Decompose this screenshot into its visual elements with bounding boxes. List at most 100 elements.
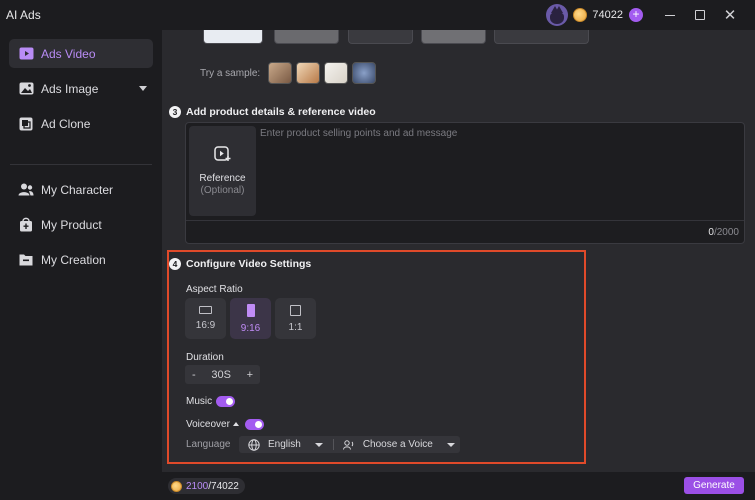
coin-icon	[573, 8, 588, 22]
product-details-box: Reference (Optional) Enter product selli…	[185, 122, 745, 244]
sample-thumbnail[interactable]	[324, 62, 349, 84]
music-toggle[interactable]	[216, 396, 235, 407]
title-bar: AI Ads 74022 + ✕	[0, 0, 755, 30]
close-icon: ✕	[723, 6, 737, 24]
voice-person-icon	[342, 439, 354, 450]
sidebar-item-label: Ads Image	[41, 81, 99, 96]
video-add-icon	[214, 146, 231, 165]
aspect-ratio-9-16-button[interactable]: 9:16	[230, 298, 271, 339]
voiceover-label-wrap[interactable]: Voiceover	[186, 419, 239, 430]
add-credits-button[interactable]: +	[629, 8, 643, 22]
sample-thumbnail[interactable]	[268, 62, 293, 84]
step-3-heading: 3 Add product details & reference video	[169, 106, 376, 118]
char-count-max: /2000	[713, 227, 739, 238]
sidebar-item-label: My Product	[41, 217, 102, 232]
character-counter: 0/2000	[708, 227, 739, 238]
sidebar-divider	[10, 164, 152, 165]
sample-thumbnail[interactable]	[296, 62, 321, 84]
sidebar-item-ads-image[interactable]: Ads Image	[9, 74, 153, 103]
sidebar-item-label: Ad Clone	[41, 116, 91, 131]
duration-value: 30S	[211, 368, 231, 381]
duration-decrease-button[interactable]: -	[192, 369, 196, 381]
square-icon	[290, 304, 301, 316]
ad-clone-icon	[18, 117, 34, 131]
sidebar-item-label: My Creation	[41, 252, 106, 267]
step-number-badge: 4	[169, 258, 181, 270]
step-heading-text: Configure Video Settings	[186, 258, 312, 270]
sidebar-item-ad-clone[interactable]: Ad Clone	[9, 109, 153, 138]
title-bar-controls: 74022 + ✕	[546, 4, 745, 26]
sidebar-item-my-creation[interactable]: My Creation	[9, 245, 153, 274]
reference-optional: (Optional)	[200, 185, 245, 196]
language-select[interactable]: English	[268, 439, 301, 450]
aspect-ratio-label: Aspect Ratio	[186, 284, 243, 295]
sidebar-item-my-character[interactable]: My Character	[9, 175, 153, 204]
divider	[186, 220, 744, 221]
chevron-down-icon[interactable]	[446, 442, 455, 447]
step-heading-text: Add product details & reference video	[186, 106, 376, 118]
aspect-ratio-16-9-button[interactable]: 16:9	[185, 298, 226, 339]
close-button[interactable]: ✕	[715, 4, 745, 26]
sidebar-item-label: Ads Video	[41, 46, 96, 61]
template-thumbnail[interactable]	[274, 30, 339, 44]
sidebar-item-label: My Character	[41, 182, 114, 197]
sidebar-item-ads-video[interactable]: Ads Video	[9, 39, 153, 68]
sidebar-item-my-product[interactable]: My Product	[9, 210, 153, 239]
voiceover-toggle[interactable]	[245, 419, 264, 430]
reference-title: Reference	[199, 173, 246, 184]
chevron-up-icon	[232, 422, 239, 427]
template-thumbnail[interactable]	[203, 30, 263, 44]
maximize-icon	[695, 10, 705, 20]
credits-used: 2100	[186, 480, 209, 492]
music-label: Music	[186, 396, 213, 407]
configure-video-settings-panel	[167, 250, 586, 464]
sidebar: Ads Video Ads Image Ad Clone My Characte…	[0, 30, 162, 500]
credits-total: /74022	[208, 480, 239, 492]
app-title: AI Ads	[6, 8, 41, 22]
product-icon	[18, 217, 34, 232]
aspect-ratio-1-1-button[interactable]: 1:1	[275, 298, 316, 339]
portrait-icon	[246, 303, 255, 317]
avatar-face	[550, 12, 565, 24]
voiceover-label: Voiceover	[186, 419, 230, 430]
folder-icon	[18, 253, 34, 267]
generate-button[interactable]: Generate	[684, 477, 744, 494]
aspect-ratio-text: 1:1	[288, 321, 303, 333]
character-icon	[18, 183, 34, 197]
step-4-heading: 4 Configure Video Settings	[169, 258, 311, 270]
minimize-icon	[665, 14, 675, 16]
chevron-down-icon[interactable]	[139, 86, 147, 91]
avatar[interactable]	[546, 4, 569, 26]
bottom-bar: 2100 /74022 Generate	[162, 472, 755, 500]
minimize-button[interactable]	[655, 4, 685, 26]
chevron-down-icon[interactable]	[314, 442, 323, 447]
credit-balance: 74022	[592, 9, 623, 21]
template-thumbnail[interactable]	[348, 30, 413, 44]
coin-icon	[171, 480, 182, 492]
toggle-knob	[226, 398, 233, 405]
aspect-ratio-text: 16:9	[195, 320, 216, 331]
template-thumbnail[interactable]	[494, 30, 589, 44]
reference-video-upload[interactable]: Reference (Optional)	[189, 126, 256, 216]
landscape-icon	[199, 306, 212, 314]
voice-select[interactable]: Choose a Voice	[363, 439, 433, 450]
language-label: Language	[186, 439, 231, 450]
aspect-ratio-text: 9:16	[240, 322, 261, 334]
sample-label: Try a sample:	[200, 67, 261, 79]
voice-settings-bar: English Choose a Voice	[239, 436, 460, 453]
main-panel: Try a sample: 3 Add product details & re…	[162, 30, 755, 472]
divider	[332, 439, 334, 450]
duration-stepper: - 30S +	[185, 365, 260, 384]
video-play-icon	[18, 47, 34, 61]
sample-row: Try a sample:	[200, 62, 377, 84]
product-details-input[interactable]: Enter product selling points and ad mess…	[260, 128, 457, 139]
maximize-button[interactable]	[685, 4, 715, 26]
template-thumbnail[interactable]	[421, 30, 486, 44]
toggle-knob	[255, 421, 262, 428]
credit-cost-pill: 2100 /74022	[168, 478, 245, 494]
duration-label: Duration	[186, 352, 224, 363]
duration-increase-button[interactable]: +	[247, 369, 253, 381]
step-number-badge: 3	[169, 106, 181, 118]
globe-icon	[248, 438, 260, 451]
sample-thumbnail[interactable]	[352, 62, 377, 84]
